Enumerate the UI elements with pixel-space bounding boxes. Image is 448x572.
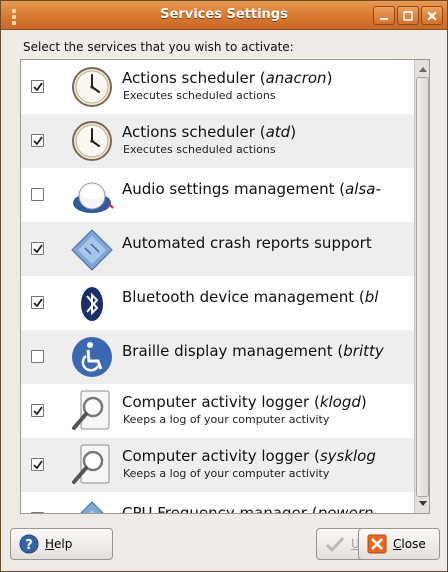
bluetooth-icon bbox=[69, 280, 115, 326]
service-name: Computer activity logger (klogd) bbox=[122, 393, 367, 411]
close-button[interactable]: Close bbox=[358, 528, 440, 560]
service-row[interactable]: Computer activity logger (sysklog Keeps a… bbox=[21, 438, 414, 492]
service-row[interactable]: Actions scheduler (atd) Executes schedule… bbox=[21, 114, 414, 168]
vertical-scrollbar[interactable] bbox=[414, 60, 429, 513]
checkmark-icon bbox=[33, 298, 43, 308]
close-window-button[interactable] bbox=[421, 6, 443, 25]
service-row[interactable]: Audio settings management (alsa- bbox=[21, 168, 414, 222]
service-name: Bluetooth device management (bl bbox=[122, 288, 379, 306]
service-name: Audio settings management (alsa- bbox=[122, 180, 381, 198]
accessibility-icon bbox=[69, 334, 115, 380]
service-name: Braille display management (britty bbox=[122, 342, 384, 360]
service-checkbox[interactable] bbox=[31, 188, 44, 201]
help-button[interactable]: ? Help bbox=[10, 528, 113, 560]
services-list: Actions scheduler (anacron) Executes sche… bbox=[20, 59, 430, 514]
clock-icon bbox=[69, 118, 115, 164]
help-mnemonic: H bbox=[45, 537, 55, 551]
service-description: Executes scheduled actions bbox=[123, 89, 276, 102]
svg-text:?: ? bbox=[25, 538, 33, 553]
scrollbar-thumb[interactable] bbox=[416, 77, 429, 497]
service-description: Keeps a log of your computer activity bbox=[123, 467, 330, 480]
checkmark-icon bbox=[33, 136, 43, 146]
service-name: Actions scheduler (atd) bbox=[122, 123, 297, 141]
service-checkbox[interactable] bbox=[31, 134, 44, 147]
service-row[interactable]: Computer activity logger (klogd) Keeps a … bbox=[21, 384, 414, 438]
help-icon: ? bbox=[19, 534, 39, 554]
service-row[interactable]: Bluetooth device management (bl bbox=[21, 276, 414, 330]
service-checkbox[interactable] bbox=[31, 512, 44, 513]
service-checkbox[interactable] bbox=[31, 242, 44, 255]
clock-icon bbox=[69, 64, 115, 110]
service-checkbox[interactable] bbox=[31, 80, 44, 93]
volume-knob-icon bbox=[69, 172, 115, 218]
help-label: elp bbox=[54, 537, 73, 551]
unlock-check-icon bbox=[325, 536, 345, 553]
maximize-button[interactable] bbox=[397, 6, 419, 25]
service-description: Executes scheduled actions bbox=[123, 143, 276, 156]
service-checkbox[interactable] bbox=[31, 458, 44, 471]
close-x-icon bbox=[367, 534, 387, 554]
service-name: Actions scheduler (anacron) bbox=[122, 69, 333, 87]
service-name: CPU Frequency manager (powern bbox=[122, 504, 374, 514]
checkmark-icon bbox=[33, 406, 43, 416]
instruction-label: Select the services that you wish to act… bbox=[23, 40, 294, 54]
cpu-icon bbox=[69, 496, 115, 513]
log-viewer-icon bbox=[69, 388, 115, 434]
minimize-button[interactable] bbox=[373, 6, 395, 25]
service-checkbox[interactable] bbox=[31, 404, 44, 417]
title-bar[interactable]: Services Settings bbox=[1, 1, 447, 30]
log-viewer-icon bbox=[69, 442, 115, 488]
close-icon bbox=[427, 10, 437, 21]
service-name: Automated crash reports support bbox=[122, 234, 372, 252]
close-label: lose bbox=[401, 537, 426, 551]
service-row[interactable]: Automated crash reports support bbox=[21, 222, 414, 276]
checkmark-icon bbox=[33, 82, 43, 92]
service-description: Keeps a log of your computer activity bbox=[123, 413, 330, 426]
service-checkbox[interactable] bbox=[31, 350, 44, 363]
services-settings-window: Services Settings Select the services th… bbox=[0, 0, 448, 572]
crash-report-icon bbox=[69, 226, 115, 272]
checkmark-icon bbox=[33, 244, 43, 254]
service-name: Computer activity logger (sysklog bbox=[122, 447, 376, 465]
scroll-down-arrow-icon[interactable] bbox=[416, 497, 429, 511]
minimize-icon bbox=[380, 17, 388, 20]
checkmark-icon bbox=[33, 460, 43, 470]
service-row[interactable]: CPU Frequency manager (powern bbox=[21, 492, 414, 514]
service-row[interactable]: Braille display management (britty bbox=[21, 330, 414, 384]
maximize-icon bbox=[403, 10, 413, 21]
scroll-up-arrow-icon[interactable] bbox=[416, 62, 429, 76]
service-checkbox[interactable] bbox=[31, 296, 44, 309]
service-row[interactable]: Actions scheduler (anacron) Executes sche… bbox=[21, 60, 414, 114]
